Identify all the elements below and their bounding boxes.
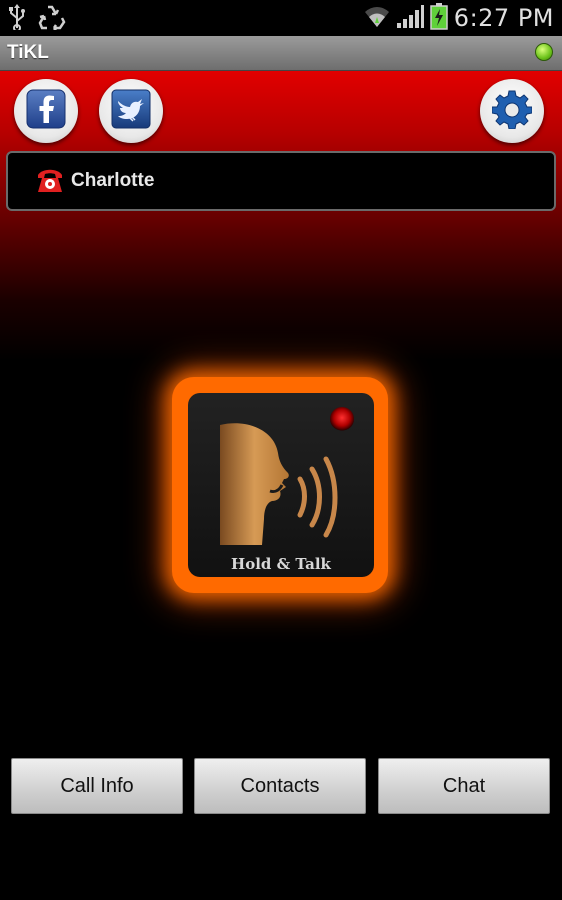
chat-button[interactable]: Chat bbox=[378, 758, 550, 814]
status-bar: 6:27 PM bbox=[0, 0, 562, 36]
settings-button[interactable] bbox=[480, 79, 544, 143]
hold-to-talk-button[interactable]: Hold & Talk bbox=[188, 393, 374, 577]
clock: 6:27 PM bbox=[453, 4, 554, 32]
speaking-head-icon bbox=[216, 419, 346, 554]
phone-icon bbox=[36, 166, 64, 199]
contact-name: Charlotte bbox=[71, 170, 155, 191]
status-bar-right: 6:27 PM bbox=[364, 2, 554, 34]
twitter-icon bbox=[111, 89, 151, 134]
gear-icon bbox=[491, 89, 533, 134]
signal-icon bbox=[396, 3, 424, 34]
main-area: Charlotte Hold & Talk Call Info Contacts… bbox=[0, 71, 562, 900]
facebook-button[interactable] bbox=[14, 79, 78, 143]
usb-icon bbox=[8, 4, 26, 35]
battery-charging-icon bbox=[430, 2, 448, 35]
contacts-button[interactable]: Contacts bbox=[194, 758, 366, 814]
status-bar-left bbox=[8, 4, 66, 35]
call-info-button[interactable]: Call Info bbox=[11, 758, 183, 814]
twitter-button[interactable] bbox=[99, 79, 163, 143]
recycle-icon bbox=[38, 4, 66, 35]
record-indicator-icon bbox=[330, 407, 354, 431]
app-title: TiKL bbox=[7, 42, 49, 63]
online-status-indicator bbox=[535, 43, 553, 61]
facebook-icon bbox=[26, 89, 66, 134]
current-contact-bar[interactable]: Charlotte bbox=[6, 151, 556, 211]
wifi-icon bbox=[364, 3, 390, 34]
app-title-bar: TiKL bbox=[0, 36, 562, 71]
hold-to-talk-label: Hold & Talk bbox=[231, 555, 331, 573]
